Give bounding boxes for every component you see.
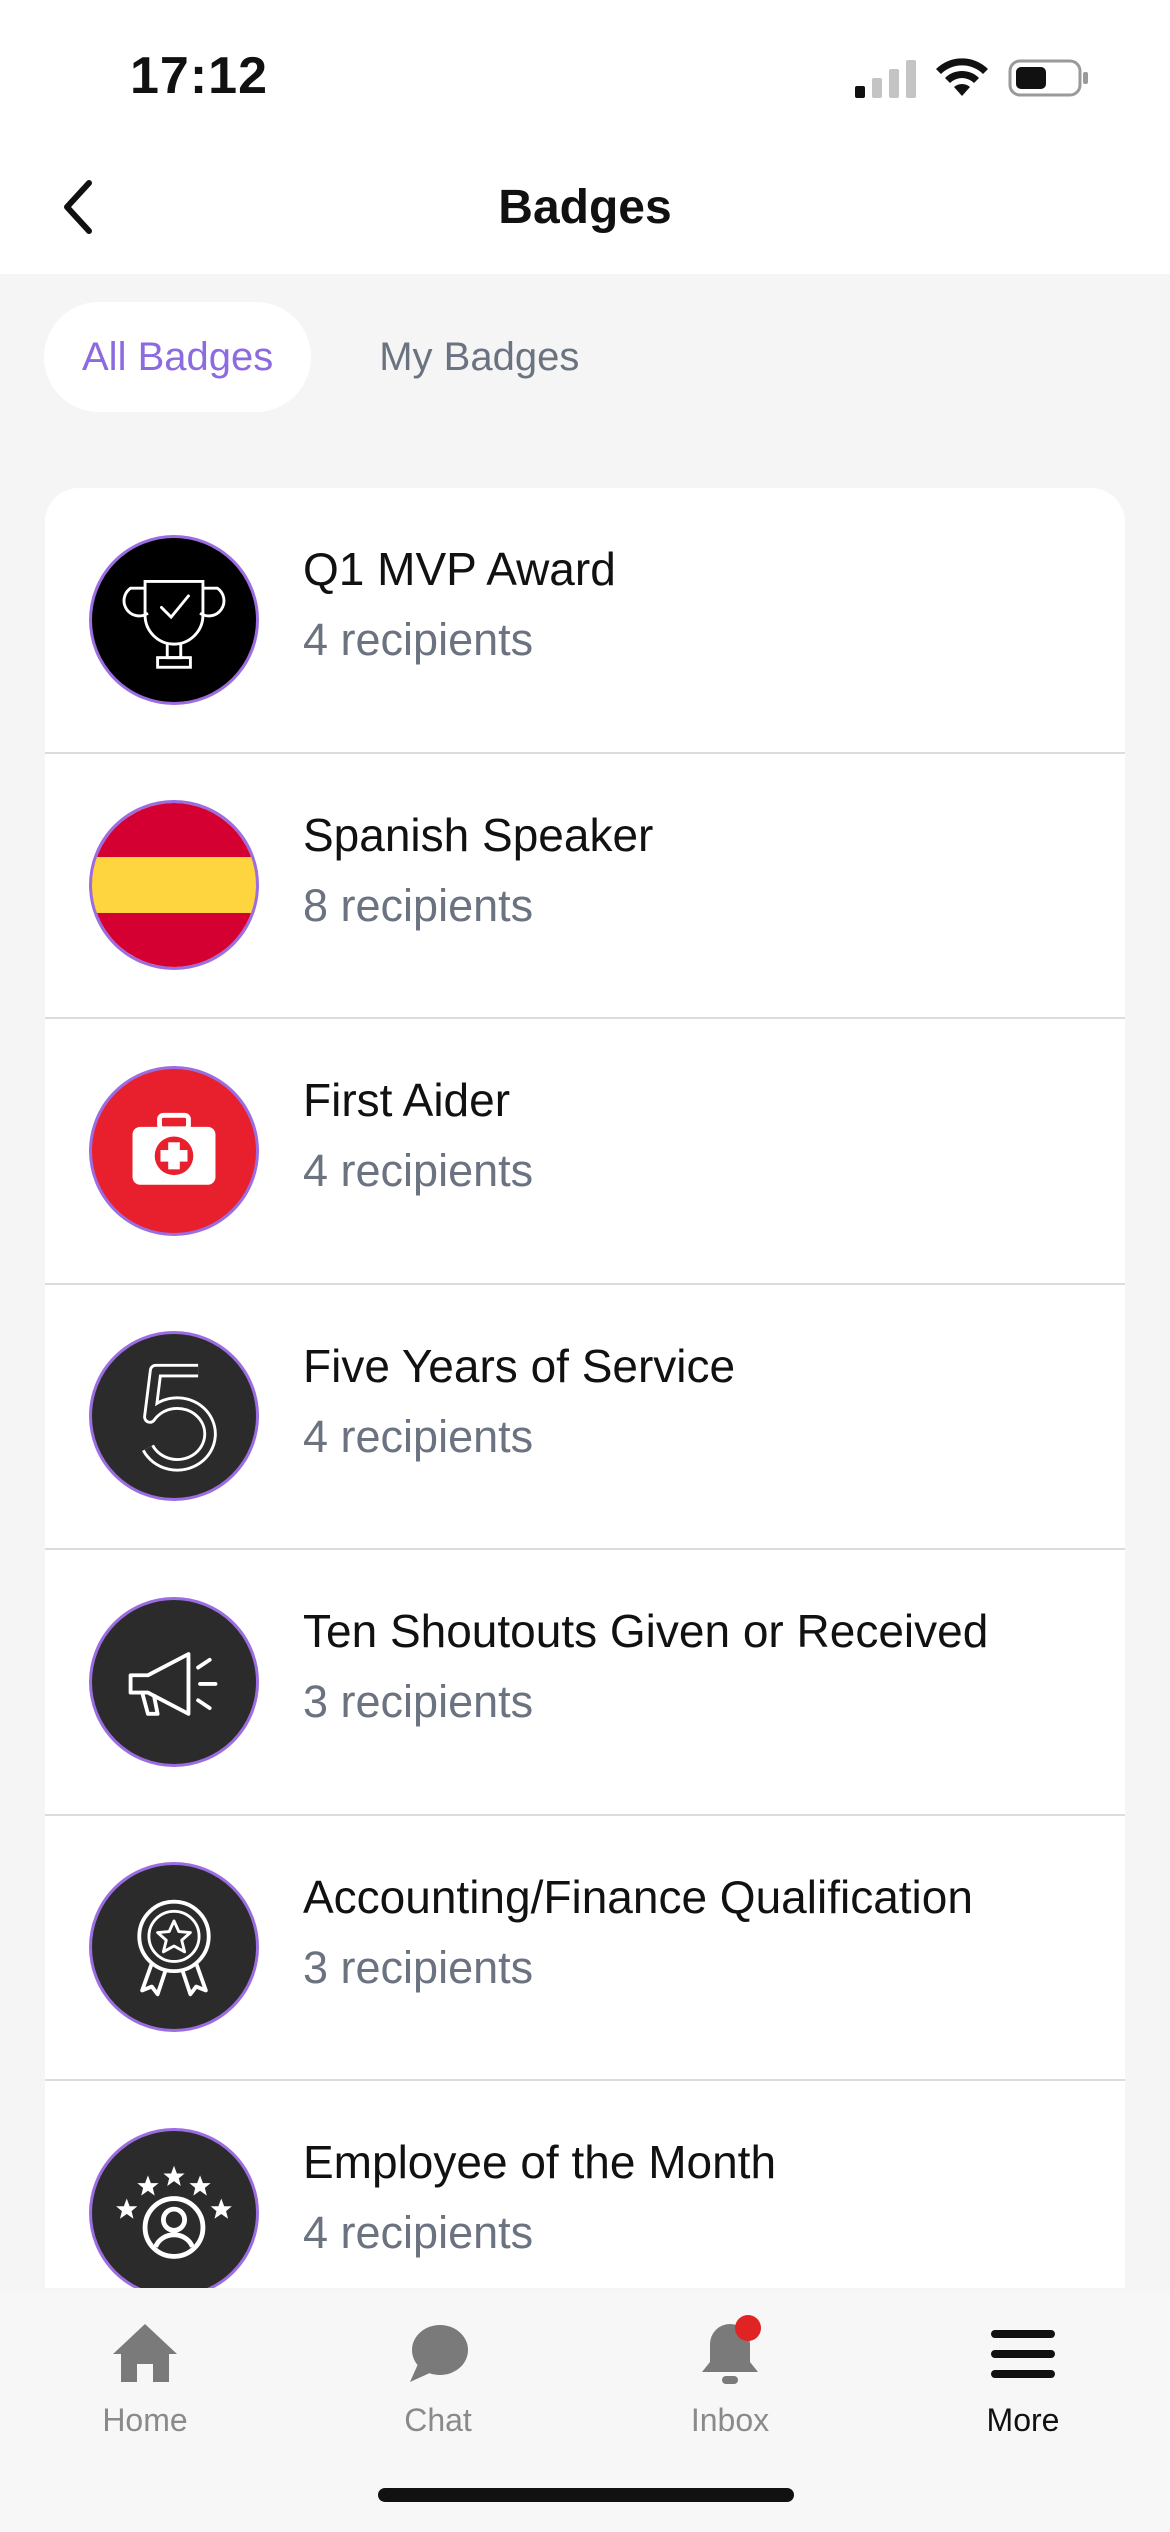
badge-name: First Aider (303, 1074, 511, 1126)
badge-recipients: 8 recipients (303, 879, 534, 931)
award-ribbon-icon (89, 1862, 259, 2033)
tab-label: Home (102, 2402, 188, 2438)
number-five-icon (89, 1331, 259, 1502)
badge-recipients: 3 recipients (303, 1676, 534, 1727)
badge-tabs: All Badges My Badges (44, 302, 617, 412)
tab-more[interactable]: More (923, 2314, 1123, 2454)
list-item[interactable]: Q1 MVP Award 4 recipients (45, 488, 1125, 754)
megaphone-icon (89, 1596, 259, 1767)
star-employee-icon (89, 2127, 259, 2288)
status-time: 17:12 (130, 47, 268, 105)
badge-name: Q1 MVP Award (303, 543, 616, 595)
list-item[interactable]: Ten Shoutouts Given or Received 3 recipi… (45, 1550, 1125, 1816)
list-item[interactable]: Accounting/Finance Qualification 3 recip… (45, 1816, 1125, 2081)
badge-name: Spanish Speaker (303, 808, 654, 861)
badge-name: Accounting/Finance Qualification (303, 1870, 973, 1923)
list-item[interactable]: Employee of the Month 4 recipients (45, 2081, 1125, 2288)
notification-dot (735, 2315, 761, 2341)
status-bar: 17:12 (0, 0, 1170, 150)
tab-label: Inbox (690, 2402, 770, 2438)
cellular-signal-icon (855, 60, 916, 98)
badge-recipients: 4 recipients (303, 614, 534, 665)
badge-recipients: 3 recipients (303, 1941, 534, 1993)
home-icon (113, 2324, 177, 2382)
navigation-bar: Badges (0, 150, 1170, 274)
wifi-icon (936, 58, 988, 96)
badge-name: Five Years of Service (303, 1339, 736, 1392)
badge-name: Employee of the Month (303, 2136, 777, 2188)
list-item[interactable]: First Aider 4 recipients (45, 1019, 1125, 1285)
battery-icon (1008, 59, 1088, 97)
badge-list: Q1 MVP Award 4 recipients Spanish Speake… (45, 488, 1125, 2288)
tab-label: Chat (404, 2402, 472, 2438)
chat-icon (410, 2325, 468, 2382)
tab-all-badges[interactable]: All Badges (44, 302, 312, 412)
spain-flag-icon (89, 800, 259, 971)
list-item[interactable]: Spanish Speaker 8 recipients (45, 754, 1125, 1019)
tab-home[interactable]: Home (45, 2314, 245, 2454)
home-indicator (378, 2488, 794, 2502)
bell-icon (702, 2315, 761, 2384)
tab-label: More (986, 2402, 1060, 2438)
tab-inbox[interactable]: Inbox (630, 2314, 830, 2454)
tab-chat[interactable]: Chat (338, 2314, 538, 2454)
badge-name: Ten Shoutouts Given or Received (303, 1605, 989, 1657)
menu-icon (991, 2330, 1055, 2378)
badge-recipients: 4 recipients (303, 1410, 534, 1462)
page-title: Badges (498, 181, 672, 234)
list-item[interactable]: Five Years of Service 4 recipients (45, 1285, 1125, 1550)
badge-recipients: 4 recipients (303, 1145, 534, 1196)
badge-recipients: 4 recipients (303, 2207, 534, 2258)
first-aid-kit-icon (89, 1065, 259, 1236)
tab-my-badges[interactable]: My Badges (341, 302, 617, 412)
trophy-icon (89, 534, 259, 705)
